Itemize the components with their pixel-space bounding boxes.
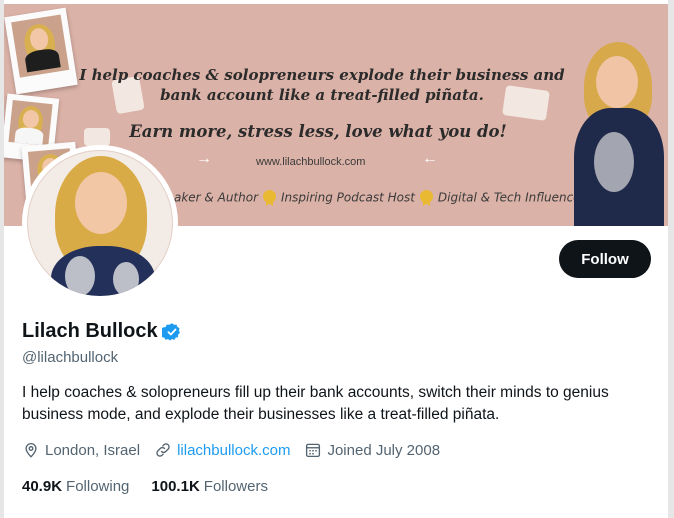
website-item[interactable]: lilachbullock.com <box>154 441 290 459</box>
right-frame-edge <box>668 0 674 518</box>
arrow-right-icon: → <box>196 150 212 167</box>
followers-label: Followers <box>203 478 268 495</box>
follow-stats: 40.9K Following 100.1K Followers <box>22 478 290 495</box>
followers-stat[interactable]: 100.1K Followers <box>151 478 268 495</box>
banner-taglines: aker & Author Inspiring Podcast Host Digit… <box>174 190 585 206</box>
location-item: London, Israel <box>22 441 140 459</box>
banner-slogan: Earn more, stress less, love what you do… <box>129 122 507 141</box>
follow-button[interactable]: Follow <box>559 240 651 278</box>
banner-url: www.lilachbullock.com <box>256 156 366 168</box>
name-row: Lilach Bullock <box>22 320 182 343</box>
banner-tag: Inspiring Podcast Host <box>281 190 415 205</box>
banner-headline-line-2: bank account like a treat-filled piñata. <box>160 86 484 104</box>
followers-count: 100.1K <box>151 478 200 495</box>
joined-item: Joined July 2008 <box>304 441 440 459</box>
website-link[interactable]: lilachbullock.com <box>177 442 290 459</box>
location-text: London, Israel <box>45 441 141 459</box>
profile-bio: I help coaches & solopreneurs fill up th… <box>22 384 609 423</box>
profile-page: I help coaches & solopreneurs explode th… <box>0 0 674 518</box>
display-name: Lilach Bullock <box>22 320 158 342</box>
award-medal-icon <box>419 190 433 206</box>
profile-meta: London, Israel lilachbullock.com Joined … <box>22 441 454 459</box>
avatar-photo <box>27 150 173 296</box>
link-icon <box>156 443 170 457</box>
arrow-left-icon: ← <box>422 150 438 167</box>
calendar-icon <box>306 443 321 458</box>
handle: @lilachbullock <box>22 349 119 366</box>
banner-portrait-photo <box>570 42 666 226</box>
joined-text: Joined July 2008 <box>327 441 441 459</box>
banner-tag: Digital & Tech Influencer <box>437 190 586 205</box>
location-pin-icon <box>25 443 37 458</box>
following-stat[interactable]: 40.9K Following <box>22 478 129 495</box>
following-label: Following <box>66 478 130 495</box>
banner-tag: aker & Author <box>174 190 259 205</box>
award-medal-icon <box>263 190 277 206</box>
banner-headline-line-1: I help coaches & solopreneurs explode th… <box>79 66 565 84</box>
verified-badge-icon <box>161 322 180 340</box>
avatar[interactable] <box>22 145 178 301</box>
following-count: 40.9K <box>22 478 63 495</box>
